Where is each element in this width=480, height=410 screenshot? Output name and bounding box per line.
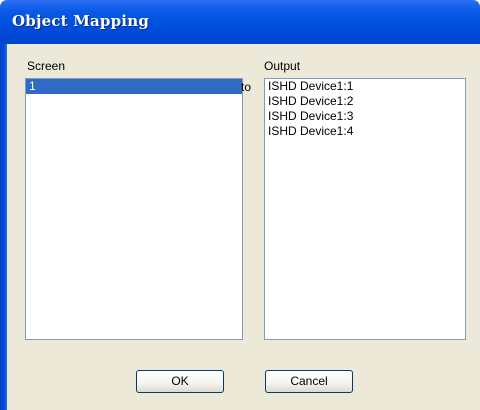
screen-list-item[interactable]: 1 — [26, 79, 242, 94]
title-bar[interactable]: Object Mapping — [0, 0, 480, 44]
output-list-label: Output — [264, 59, 301, 73]
output-listbox[interactable]: ISHD Device1:1 ISHD Device1:2 ISHD Devic… — [264, 78, 466, 340]
output-list-item[interactable]: ISHD Device1:1 — [265, 79, 465, 94]
window-left-border — [0, 44, 7, 410]
screen-list-label: Screen — [27, 59, 66, 73]
output-list-item[interactable]: ISHD Device1:3 — [265, 109, 465, 124]
object-mapping-dialog: Object Mapping Screen 1 to Output ISHD D… — [0, 0, 480, 410]
to-label: to — [241, 80, 252, 94]
cancel-button[interactable]: Cancel — [265, 370, 353, 393]
ok-button[interactable]: OK — [136, 370, 224, 393]
output-list-item[interactable]: ISHD Device1:2 — [265, 94, 465, 109]
dialog-title: Object Mapping — [12, 12, 150, 30]
output-list-item[interactable]: ISHD Device1:4 — [265, 124, 465, 139]
screen-listbox[interactable]: 1 — [25, 78, 243, 340]
dialog-client-area: Screen 1 to Output ISHD Device1:1 ISHD D… — [7, 44, 480, 410]
